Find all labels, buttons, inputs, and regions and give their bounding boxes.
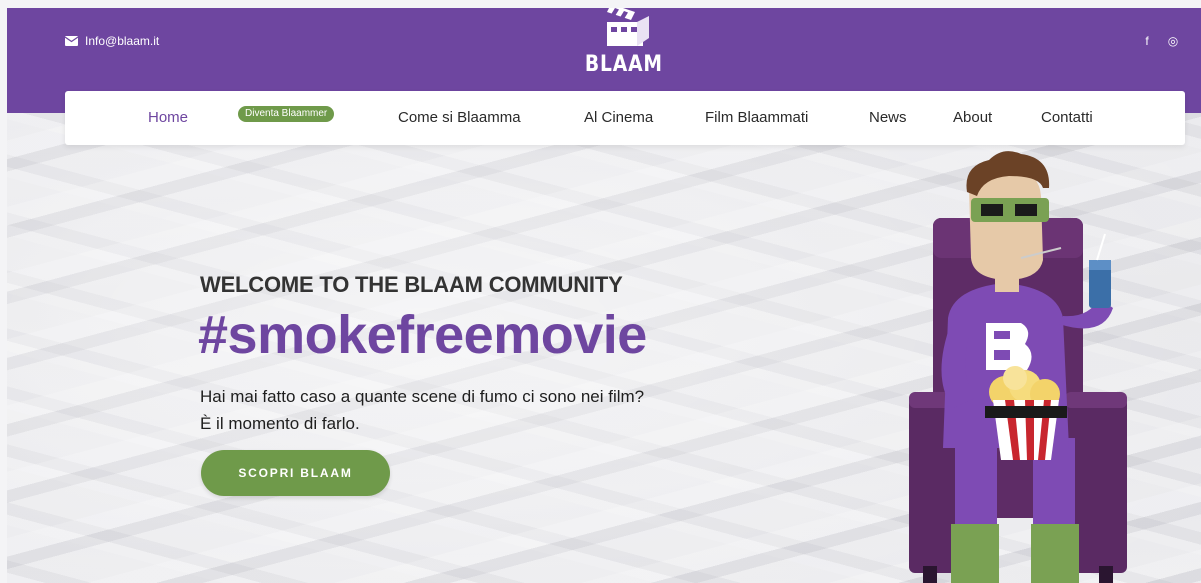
email-text: Info@blaam.it <box>85 34 160 48</box>
nav-come-si-blaamma[interactable]: Come si Blaamma <box>398 91 521 145</box>
email-link[interactable]: Info@blaam.it <box>65 34 159 48</box>
nav-film-blaammati[interactable]: Film Blaammati <box>705 91 808 145</box>
nav-news[interactable]: News <box>869 91 907 145</box>
hashtag-title: #smokefreemovie <box>198 305 647 365</box>
mail-icon <box>65 36 78 46</box>
moviegoer-illustration <box>909 151 1127 583</box>
nav-home[interactable]: Home <box>148 91 188 145</box>
hero-copy-line-1: Hai mai fatto caso a quante scene di fum… <box>200 387 645 406</box>
clapperboard-icon <box>607 8 649 46</box>
nav-diventa-blaammer[interactable]: Diventa Blaammer <box>238 106 335 122</box>
nav-al-cinema[interactable]: Al Cinema <box>584 91 653 145</box>
page: Info@blaam.it BLAAM f ◎ Home Diventa Bla… <box>7 8 1201 583</box>
logo-text: BLAAM <box>585 52 663 77</box>
welcome-heading: WELCOME TO THE BLAAM COMMUNITY <box>200 272 623 297</box>
nav-about[interactable]: About <box>953 91 992 145</box>
hero-copy: Hai mai fatto caso a quante scene di fum… <box>200 383 644 437</box>
hero-copy-line-2: È il momento di farlo. <box>200 414 360 433</box>
instagram-icon[interactable]: ◎ <box>1167 34 1179 48</box>
scopri-blaam-button[interactable]: SCOPRI BLAAM <box>201 450 390 496</box>
main-nav: Home Diventa Blaammer Come si Blaamma Al… <box>65 91 1185 145</box>
blaam-logo[interactable]: BLAAM <box>579 8 669 80</box>
facebook-icon[interactable]: f <box>1141 34 1153 48</box>
nav-contatti[interactable]: Contatti <box>1041 91 1093 145</box>
social-links: f ◎ <box>1141 34 1179 48</box>
